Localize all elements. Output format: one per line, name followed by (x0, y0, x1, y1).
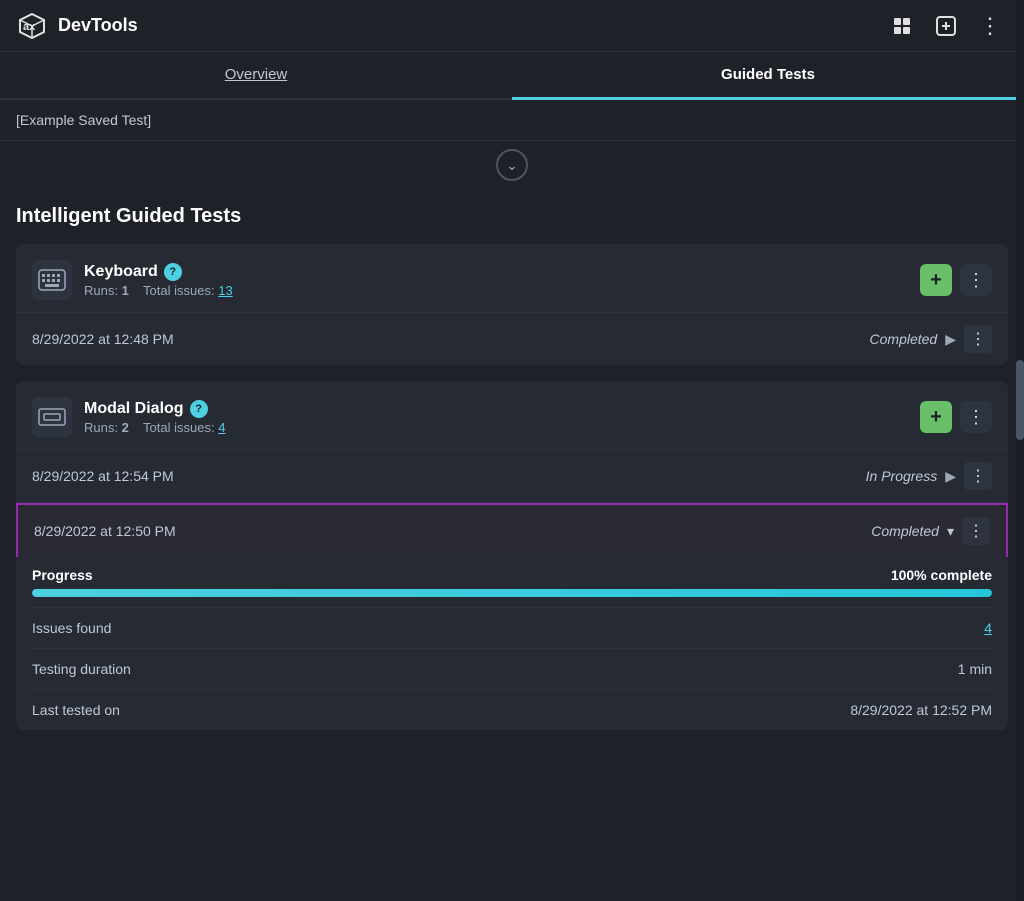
header-actions: ⋮ (884, 8, 1008, 44)
test-card-modal-dialog: Modal Dialog ? Runs: 2 Total issues: 4 +… (16, 381, 1008, 730)
progress-section: Progress 100% complete (32, 557, 992, 608)
scrollbar-track[interactable] (1016, 0, 1024, 901)
chevron-down-icon: ⌄ (506, 157, 518, 174)
modal-add-button[interactable]: + (920, 401, 952, 433)
issues-found-label: Issues found (32, 620, 111, 636)
keyboard-run-status-1: Completed ▶ ⋮ (870, 325, 992, 353)
collapse-row: ⌄ (0, 141, 1024, 189)
tab-bar: Overview Guided Tests (0, 52, 1024, 100)
progress-header: Progress 100% complete (32, 567, 992, 583)
modal-help-icon[interactable]: ? (190, 400, 208, 418)
keyboard-add-button[interactable]: + (920, 264, 952, 296)
testing-duration-row: Testing duration 1 min (32, 649, 992, 690)
more-vert-icon: ⋮ (979, 15, 1001, 37)
app-title: DevTools (58, 15, 138, 36)
collapse-button[interactable]: ⌄ (496, 149, 528, 181)
keyboard-run-date-1: 8/29/2022 at 12:48 PM (32, 331, 174, 347)
issues-found-row: Issues found 4 (32, 608, 992, 649)
more-options-button[interactable]: ⋮ (972, 8, 1008, 44)
test-info-keyboard: Keyboard ? Runs: 1 Total issues: 13 (84, 263, 233, 298)
keyboard-run-row-1[interactable]: 8/29/2022 at 12:48 PM Completed ▶ ⋮ (16, 313, 1008, 365)
test-card-modal-actions: + ⋮ (920, 401, 992, 433)
breadcrumb-bar: [Example Saved Test] (0, 100, 1024, 141)
last-tested-value: 8/29/2022 at 12:52 PM (850, 702, 992, 718)
tab-guided-tests[interactable]: Guided Tests (512, 52, 1024, 100)
app-header: ax DevTools ⋮ (0, 0, 1024, 52)
test-card-modal-header-left: Modal Dialog ? Runs: 2 Total issues: 4 (32, 397, 225, 437)
issues-found-value[interactable]: 4 (984, 620, 992, 636)
modal-run-details: Progress 100% complete Issues found 4 Te… (16, 557, 1008, 730)
modal-status-text-1: In Progress (866, 468, 938, 484)
breadcrumb: [Example Saved Test] (16, 112, 151, 128)
test-name-keyboard: Keyboard ? (84, 263, 233, 281)
testing-duration-value: 1 min (958, 661, 992, 677)
modal-more-button[interactable]: ⋮ (960, 401, 992, 433)
modal-status-arrow-2: ▾ (947, 523, 954, 540)
keyboard-more-button[interactable]: ⋮ (960, 264, 992, 296)
test-meta-modal: Runs: 2 Total issues: 4 (84, 420, 225, 435)
test-card-keyboard-header-left: Keyboard ? Runs: 1 Total issues: 13 (32, 260, 233, 300)
keyboard-run-more-1[interactable]: ⋮ (964, 325, 992, 353)
keyboard-help-icon[interactable]: ? (164, 263, 182, 281)
main-content: Intelligent Guided Tests (0, 189, 1024, 730)
modal-run-more-1[interactable]: ⋮ (964, 462, 992, 490)
testing-duration-label: Testing duration (32, 661, 131, 677)
scrollbar-thumb[interactable] (1016, 360, 1024, 440)
test-card-modal-header: Modal Dialog ? Runs: 2 Total issues: 4 +… (16, 381, 1008, 450)
keyboard-status-arrow-1: ▶ (945, 331, 956, 348)
modal-status-arrow-1: ▶ (945, 468, 956, 485)
modal-dialog-icon (32, 397, 72, 437)
modal-run-date-1: 8/29/2022 at 12:54 PM (32, 468, 174, 484)
keyboard-status-text-1: Completed (870, 331, 938, 347)
progress-bar-container (32, 589, 992, 597)
modal-run-row-1[interactable]: 8/29/2022 at 12:54 PM In Progress ▶ ⋮ (16, 450, 1008, 503)
modal-run-status-1: In Progress ▶ ⋮ (866, 462, 992, 490)
test-card-keyboard-actions: + ⋮ (920, 264, 992, 296)
devtools-logo: ax (16, 10, 48, 42)
modal-issues-link[interactable]: 4 (218, 420, 225, 435)
test-info-modal: Modal Dialog ? Runs: 2 Total issues: 4 (84, 400, 225, 435)
modal-run-status-2: Completed ▾ ⋮ (871, 517, 990, 545)
test-meta-keyboard: Runs: 1 Total issues: 13 (84, 283, 233, 298)
last-tested-label: Last tested on (32, 702, 120, 718)
progress-bar-fill (32, 589, 992, 597)
list-view-button[interactable] (884, 8, 920, 44)
add-tab-button[interactable] (928, 8, 964, 44)
modal-run-date-2: 8/29/2022 at 12:50 PM (34, 523, 176, 539)
section-title: Intelligent Guided Tests (16, 205, 1008, 228)
modal-run-row-2[interactable]: 8/29/2022 at 12:50 PM Completed ▾ ⋮ (16, 503, 1008, 557)
test-name-modal: Modal Dialog ? (84, 400, 225, 418)
keyboard-icon (32, 260, 72, 300)
keyboard-issues-link[interactable]: 13 (218, 283, 232, 298)
test-card-keyboard: Keyboard ? Runs: 1 Total issues: 13 + ⋮ (16, 244, 1008, 365)
tab-overview[interactable]: Overview (0, 52, 512, 100)
progress-value: 100% complete (891, 567, 992, 583)
modal-status-text-2: Completed (871, 523, 939, 539)
modal-run-more-2[interactable]: ⋮ (962, 517, 990, 545)
test-card-keyboard-header: Keyboard ? Runs: 1 Total issues: 13 + ⋮ (16, 244, 1008, 313)
progress-label: Progress (32, 567, 93, 583)
last-tested-row: Last tested on 8/29/2022 at 12:52 PM (32, 690, 992, 730)
header-left: ax DevTools (16, 10, 138, 42)
